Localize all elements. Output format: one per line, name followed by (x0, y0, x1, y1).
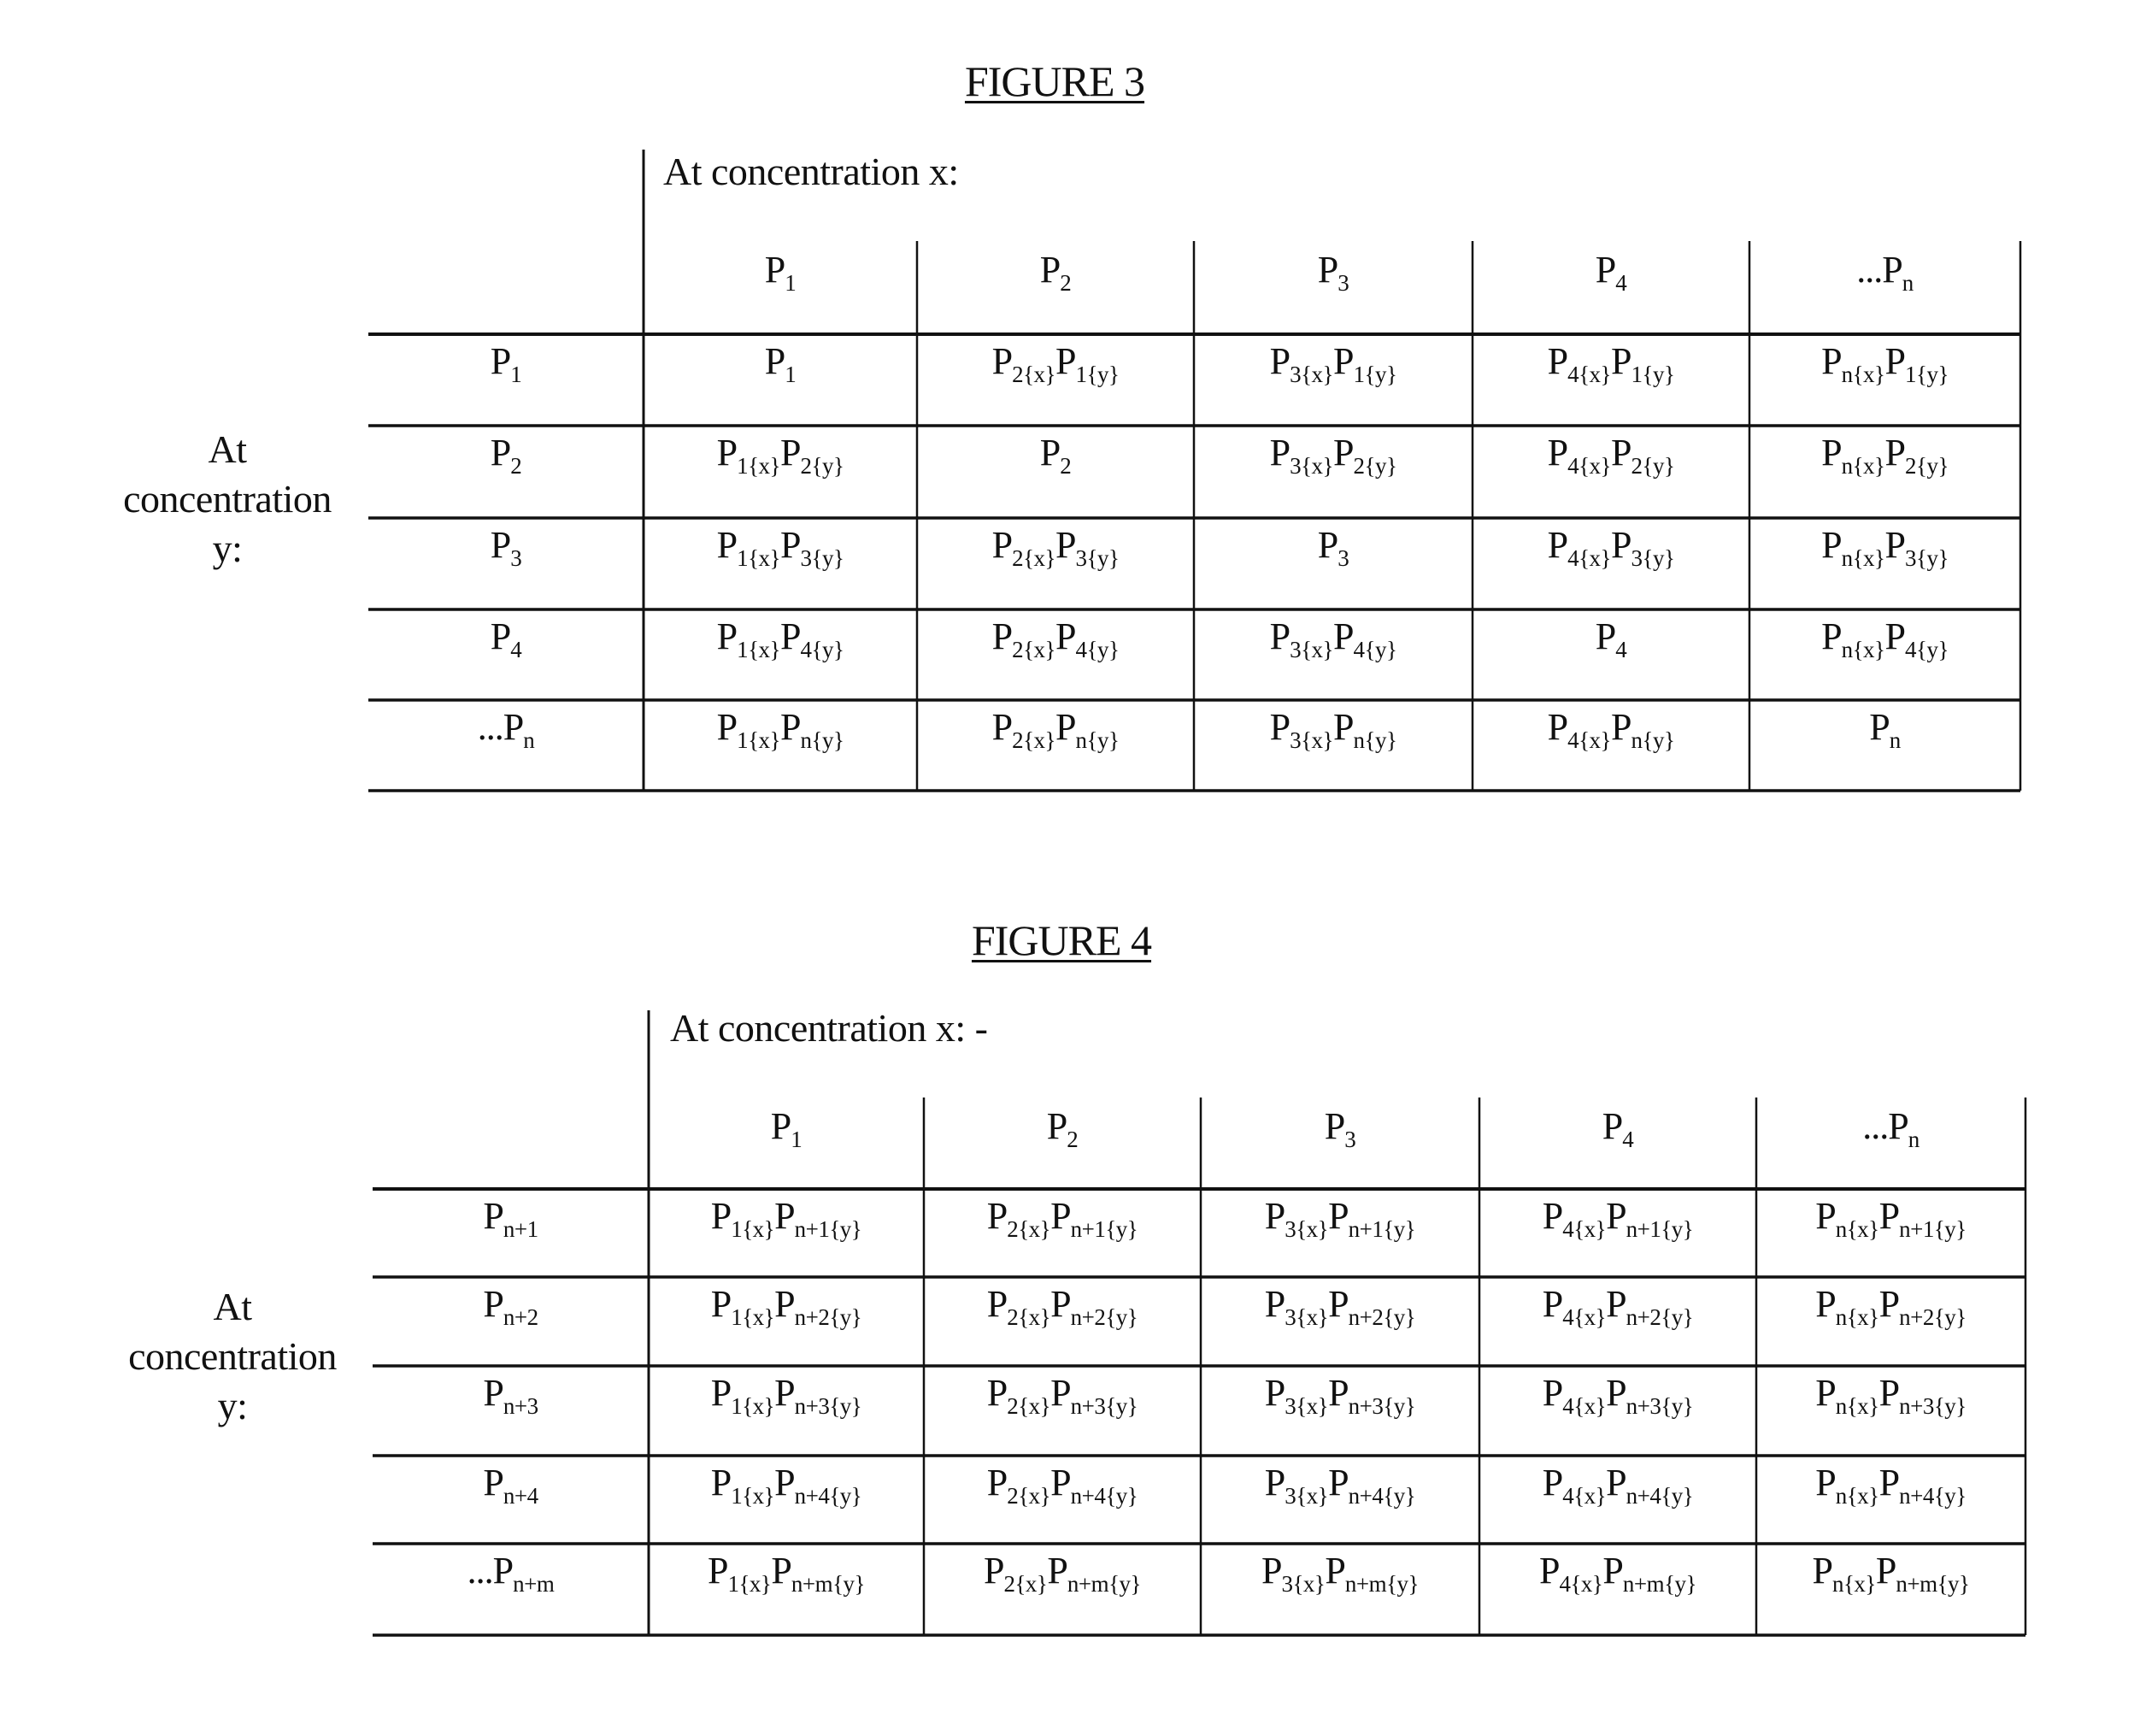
table-rules (368, 150, 2027, 1637)
